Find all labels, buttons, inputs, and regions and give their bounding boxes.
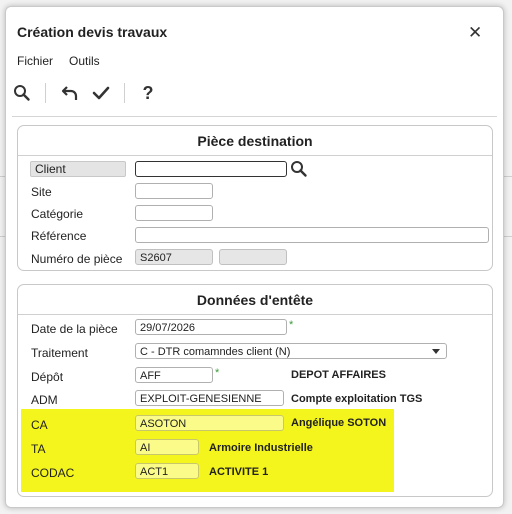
numero-piece-suffix-field [219,249,287,265]
codac-label: CODAC [31,466,75,480]
reference-label: Référence [31,229,87,243]
adm-label: ADM [31,393,58,407]
dialog-creation-devis: Création devis travaux ✕ Fichier Outils … [5,6,504,508]
reference-field[interactable] [135,227,489,243]
adm-description: Compte exploitation TGS [291,393,423,405]
ca-description: Angélique SOTON [291,417,387,429]
depot-field[interactable]: AFF [135,367,213,383]
required-mark: * [289,319,294,331]
group-title: Pièce destination [197,133,313,149]
dialog-title: Création devis travaux [17,24,168,40]
site-label: Site [31,185,52,199]
traitement-select[interactable]: C - DTR comamndes client (N) [135,343,447,359]
client-field[interactable] [135,161,287,177]
group-title: Données d'entête [196,292,314,308]
depot-description: DEPOT AFFAIRES [291,369,386,381]
site-field[interactable] [135,183,213,199]
ta-description: Armoire Industrielle [209,442,313,454]
group-donnees-entete: Données d'entête Date de la pièce 29/07/… [17,284,493,497]
client-label: Client [30,161,126,177]
required-mark: * [215,367,220,379]
toolbar-divider [12,116,497,117]
date-piece-field[interactable]: 29/07/2026 [135,319,287,335]
numero-piece-label: Numéro de pièce [31,252,123,266]
chevron-down-icon [432,349,440,354]
search-icon[interactable] [11,82,33,104]
help-icon[interactable]: ? [137,82,159,104]
group-title-divider [18,314,492,315]
depot-label: Dépôt [31,370,64,384]
undo-icon[interactable] [59,82,81,104]
categorie-label: Catégorie [31,207,84,221]
codac-field[interactable]: ACT1 [135,463,199,479]
check-icon[interactable] [90,82,112,104]
traitement-value: C - DTR comamndes client (N) [140,346,291,358]
ta-field[interactable]: AI [135,439,199,455]
close-icon[interactable]: ✕ [468,24,482,41]
numero-piece-field: S2607 [135,249,213,265]
toolbar-separator [45,83,46,103]
categorie-field[interactable] [135,205,213,221]
group-piece-destination: Pièce destination Client Site Catégorie … [17,125,493,271]
date-piece-label: Date de la pièce [31,322,118,336]
ca-label: CA [31,418,48,432]
group-title-divider [18,155,492,156]
adm-field[interactable]: EXPLOIT-GENESIENNE [135,390,284,406]
menu-outils[interactable]: Outils [69,54,100,68]
ca-field[interactable]: ASOTON [135,415,284,431]
menu-fichier[interactable]: Fichier [17,54,53,68]
client-search-icon[interactable] [290,160,308,178]
ta-label: TA [31,442,46,456]
traitement-label: Traitement [31,346,88,360]
toolbar-separator [124,83,125,103]
codac-description: ACTIVITE 1 [209,466,269,478]
